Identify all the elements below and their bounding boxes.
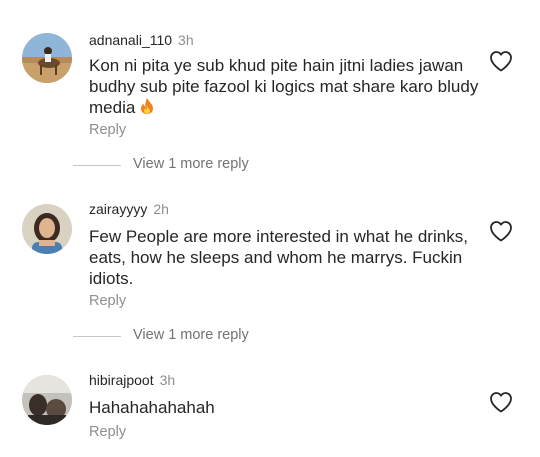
heart-outline-icon[interactable] <box>489 220 513 242</box>
username[interactable]: hibirajpoot <box>89 372 154 388</box>
view-more-replies-label[interactable]: View 1 more reply <box>133 156 249 172</box>
comment-text: Few People are more interested in what h… <box>89 227 468 288</box>
comment-meta: zairayyyy 2h <box>89 201 169 217</box>
view-more-replies[interactable]: View 1 more reply <box>0 327 540 347</box>
divider-line <box>73 336 121 337</box>
avatar[interactable] <box>22 204 72 254</box>
avatar[interactable] <box>22 33 72 83</box>
comment-meta: hibirajpoot 3h <box>89 372 175 388</box>
avatar[interactable] <box>22 375 72 425</box>
comment-time: 2h <box>153 201 169 217</box>
username[interactable]: zairayyyy <box>89 201 147 217</box>
comment-text: Kon ni pita ye sub khud pite hain jitni … <box>89 56 479 117</box>
view-more-replies[interactable]: View 1 more reply <box>0 156 540 176</box>
view-more-replies-label[interactable]: View 1 more reply <box>133 327 249 343</box>
reply-button[interactable]: Reply <box>89 424 126 440</box>
reply-button[interactable]: Reply <box>89 122 126 138</box>
heart-outline-icon[interactable] <box>489 50 513 72</box>
comment-time: 3h <box>178 32 194 48</box>
comment-meta: adnanali_110 3h <box>89 32 194 48</box>
comment-time: 3h <box>159 372 176 388</box>
username[interactable]: adnanali_110 <box>89 32 172 48</box>
comment-text: Hahahahahahah <box>89 398 215 417</box>
divider-line <box>73 165 121 166</box>
reply-button[interactable]: Reply <box>89 293 126 309</box>
heart-outline-icon[interactable] <box>489 391 513 413</box>
fire-icon <box>139 97 155 115</box>
